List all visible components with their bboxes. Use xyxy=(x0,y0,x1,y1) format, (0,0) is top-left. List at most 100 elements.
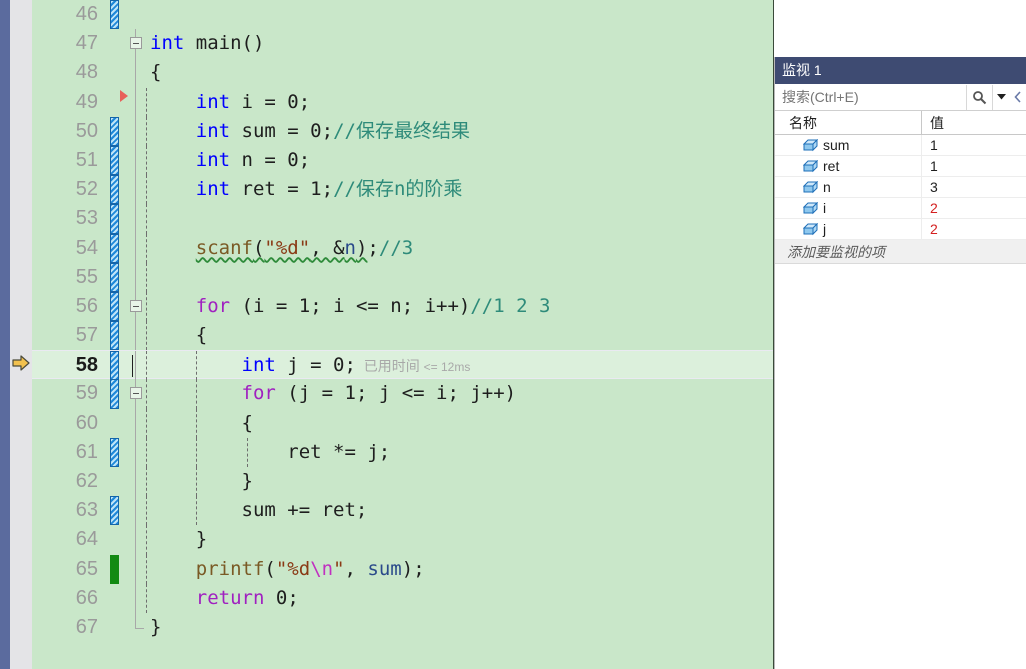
outlining-column[interactable] xyxy=(128,612,150,642)
code-token: int xyxy=(150,32,196,55)
code-text-area[interactable]: 46 47 int main() 48{49 int i = 0; 50 int sum… xyxy=(32,0,774,669)
watch-row[interactable]: n3 xyxy=(775,177,1026,198)
code-line[interactable]: 60 { xyxy=(32,408,774,438)
watch-variable-name-cell[interactable]: n xyxy=(775,177,922,197)
watch-column-header-value[interactable]: 值 xyxy=(922,111,1026,134)
collapse-region-icon[interactable] xyxy=(130,299,142,312)
code-line[interactable]: 51 int n = 0; xyxy=(32,145,774,176)
code-token: sum += ret; xyxy=(241,499,368,522)
watch-variable-value[interactable]: 2 xyxy=(922,219,1026,239)
code-line[interactable]: 59 for (j = 1; j <= i; j++) xyxy=(32,379,774,409)
code-token-with-error-squiggle: ( xyxy=(252,236,265,259)
code-line[interactable]: 46 xyxy=(32,0,774,30)
code-token: //3 xyxy=(378,236,414,259)
watch-variable-name-cell[interactable]: ret xyxy=(775,156,922,176)
watch-search-bar[interactable] xyxy=(775,84,1026,111)
code-line[interactable]: 57 { xyxy=(32,321,774,351)
search-icon[interactable] xyxy=(966,84,992,110)
visual-studio-debug-window: 46 47 int main() 48{49 int i = 0; 50 int sum… xyxy=(0,0,1026,669)
variable-box-icon xyxy=(803,159,818,173)
code-line[interactable]: 66 return 0; xyxy=(32,583,774,613)
code-token: 1 xyxy=(298,294,311,317)
code-token-with-error-squiggle: n xyxy=(344,236,356,259)
collapse-region-icon[interactable] xyxy=(130,387,142,400)
code-line[interactable]: 65 printf("%d\n", sum); xyxy=(32,554,774,584)
watch-row[interactable]: j2 xyxy=(775,219,1026,240)
watch-window: 监视 1 搜索(Ctrl+E) 名称 值 sum 1 ret 1 n 3 i 2… xyxy=(774,0,1026,669)
watch-toolbar-overflow-chevron-icon[interactable] xyxy=(1010,85,1026,110)
code-line[interactable]: 52 int ret = 1;//保存n的阶乘 xyxy=(32,175,774,205)
watch-variable-value[interactable]: 2 xyxy=(922,198,1026,218)
watch-variable-value[interactable]: 3 xyxy=(922,177,1026,197)
code-token: 0 xyxy=(287,90,299,113)
watch-row[interactable]: sum 1 xyxy=(775,135,1026,156)
code-token: (i = xyxy=(230,294,299,317)
code-line[interactable]: 61 ret *= j; xyxy=(32,437,774,467)
watch-variable-name-cell[interactable]: j xyxy=(775,219,922,239)
watch-variable-value[interactable]: 1 xyxy=(922,135,1026,155)
watch-add-item-row[interactable]: 添加要监视的项 xyxy=(775,240,1026,264)
watch-variable-name: i xyxy=(823,200,827,216)
code-line[interactable]: 48 { xyxy=(32,58,774,88)
code-line-text: sum += ret; xyxy=(150,496,368,525)
search-options-chevron-down-icon[interactable] xyxy=(992,84,1010,110)
code-line[interactable]: 55 xyxy=(32,262,774,292)
code-line[interactable]: 49 int i = 0; xyxy=(32,87,774,117)
outlining-line xyxy=(135,467,136,497)
code-line[interactable]: 67} xyxy=(32,612,774,642)
outlining-line xyxy=(135,58,136,88)
text-caret xyxy=(132,355,133,378)
watch-row[interactable]: ret 1 xyxy=(775,156,1026,177)
code-token: printf xyxy=(195,557,265,580)
unsaved-change-bar xyxy=(110,437,119,467)
code-line[interactable]: 53 xyxy=(32,204,774,234)
code-token: 1 xyxy=(344,382,356,405)
watch-search-input[interactable] xyxy=(775,89,966,105)
code-line[interactable]: 47 int main() xyxy=(32,29,774,59)
line-number: 67 xyxy=(75,615,98,638)
code-token: sum xyxy=(367,557,402,580)
code-line[interactable]: 62 } xyxy=(32,467,774,497)
indent-guide xyxy=(146,379,147,409)
code-editor[interactable]: 46 47 int main() 48{49 int i = 0; 50 int sum… xyxy=(0,0,774,669)
line-number: 51 xyxy=(75,148,98,171)
variable-box-icon xyxy=(803,222,818,236)
watch-variable-name-cell[interactable]: i xyxy=(775,198,922,218)
code-line[interactable]: 56 for (i = 1; i <= n; i++)//1 2 3 xyxy=(32,291,774,322)
code-token: 1 xyxy=(310,178,322,201)
watch-variable-name: n xyxy=(823,179,831,195)
code-token: } xyxy=(150,615,162,638)
code-line-text: } xyxy=(150,613,161,642)
code-token-with-error-squiggle: scanf xyxy=(195,236,253,259)
watch-row[interactable]: i2 xyxy=(775,198,1026,219)
indent-guide xyxy=(146,351,147,381)
outlining-line xyxy=(135,87,136,117)
outlining-column[interactable] xyxy=(128,0,150,29)
code-token: { xyxy=(241,411,253,434)
indent-guide xyxy=(146,408,147,438)
code-line[interactable]: 63 sum += ret; xyxy=(32,496,774,526)
watch-variable-value[interactable]: 1 xyxy=(922,156,1026,176)
code-line[interactable]: 64 } xyxy=(32,525,774,555)
collapse-region-icon[interactable] xyxy=(130,37,142,50)
outlining-line xyxy=(135,175,136,205)
outlining-line xyxy=(135,583,136,613)
code-line-text: int j = 0; 已用时间 <= 12ms xyxy=(150,351,471,382)
outlining-column[interactable] xyxy=(128,29,150,59)
code-line[interactable]: 58 int j = 0; 已用时间 <= 12ms xyxy=(32,350,774,382)
watch-window-title: 监视 1 xyxy=(775,57,1026,84)
breakpoint-glyph-margin[interactable] xyxy=(10,0,32,669)
watch-column-header-name[interactable]: 名称 xyxy=(775,111,922,134)
code-line-text: int ret = 1;//保存n的阶乘 xyxy=(150,175,463,204)
line-number: 49 xyxy=(75,90,98,113)
code-line[interactable]: 54 scanf("%d", &n);//3 xyxy=(32,233,774,263)
watch-variable-name-cell[interactable]: sum xyxy=(775,135,922,155)
code-token: int xyxy=(195,178,231,201)
code-line[interactable]: 50 int sum = 0;//保存最终结果 xyxy=(32,116,774,146)
watch-variable-name: sum xyxy=(823,137,850,153)
outlining-region-end xyxy=(135,612,144,629)
unsaved-change-bar xyxy=(110,233,119,263)
outlining-column[interactable] xyxy=(128,58,150,88)
